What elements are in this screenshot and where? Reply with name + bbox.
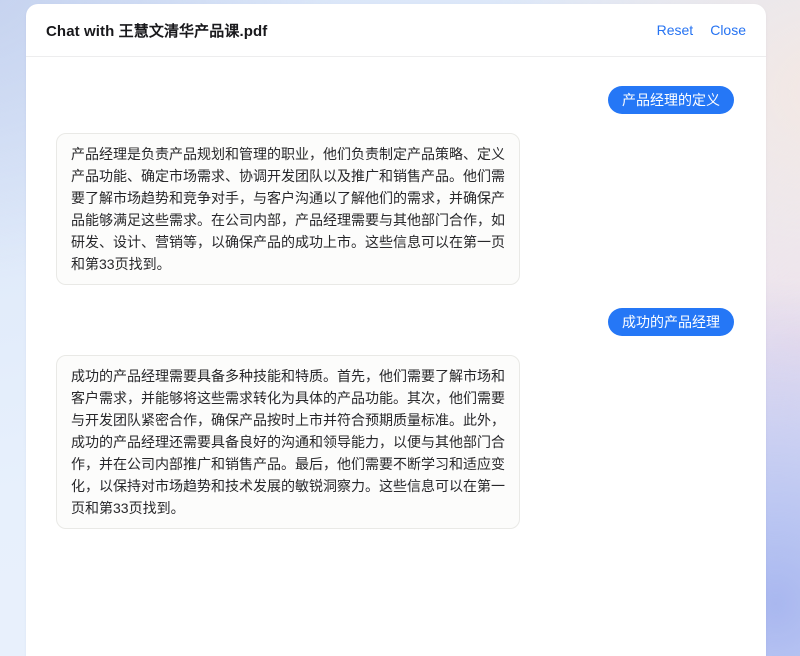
chat-messages: 产品经理的定义产品经理是负责产品规划和管理的职业，他们负责制定产品策略、定义产品… <box>26 57 766 552</box>
chat-message-assistant: 成功的产品经理需要具备多种技能和特质。首先，他们需要了解市场和客户需求，并能够将… <box>56 355 520 529</box>
reset-button[interactable]: Reset <box>657 22 694 38</box>
chat-message-user: 产品经理的定义 <box>608 86 734 114</box>
dialog-header: Chat with 王慧文清华产品课.pdf Reset Close <box>26 4 766 57</box>
chat-panel: Chat with 王慧文清华产品课.pdf Reset Close 产品经理的… <box>26 4 766 656</box>
chat-message-user: 成功的产品经理 <box>608 308 734 336</box>
chat-message-assistant: 产品经理是负责产品规划和管理的职业，他们负责制定产品策略、定义产品功能、确定市场… <box>56 133 520 285</box>
header-actions: Reset Close <box>640 22 746 38</box>
dialog-title: Chat with 王慧文清华产品课.pdf <box>46 20 267 41</box>
close-button[interactable]: Close <box>710 22 746 38</box>
page-background: { "header": { "title": "Chat with 王慧文清华产… <box>0 0 800 656</box>
